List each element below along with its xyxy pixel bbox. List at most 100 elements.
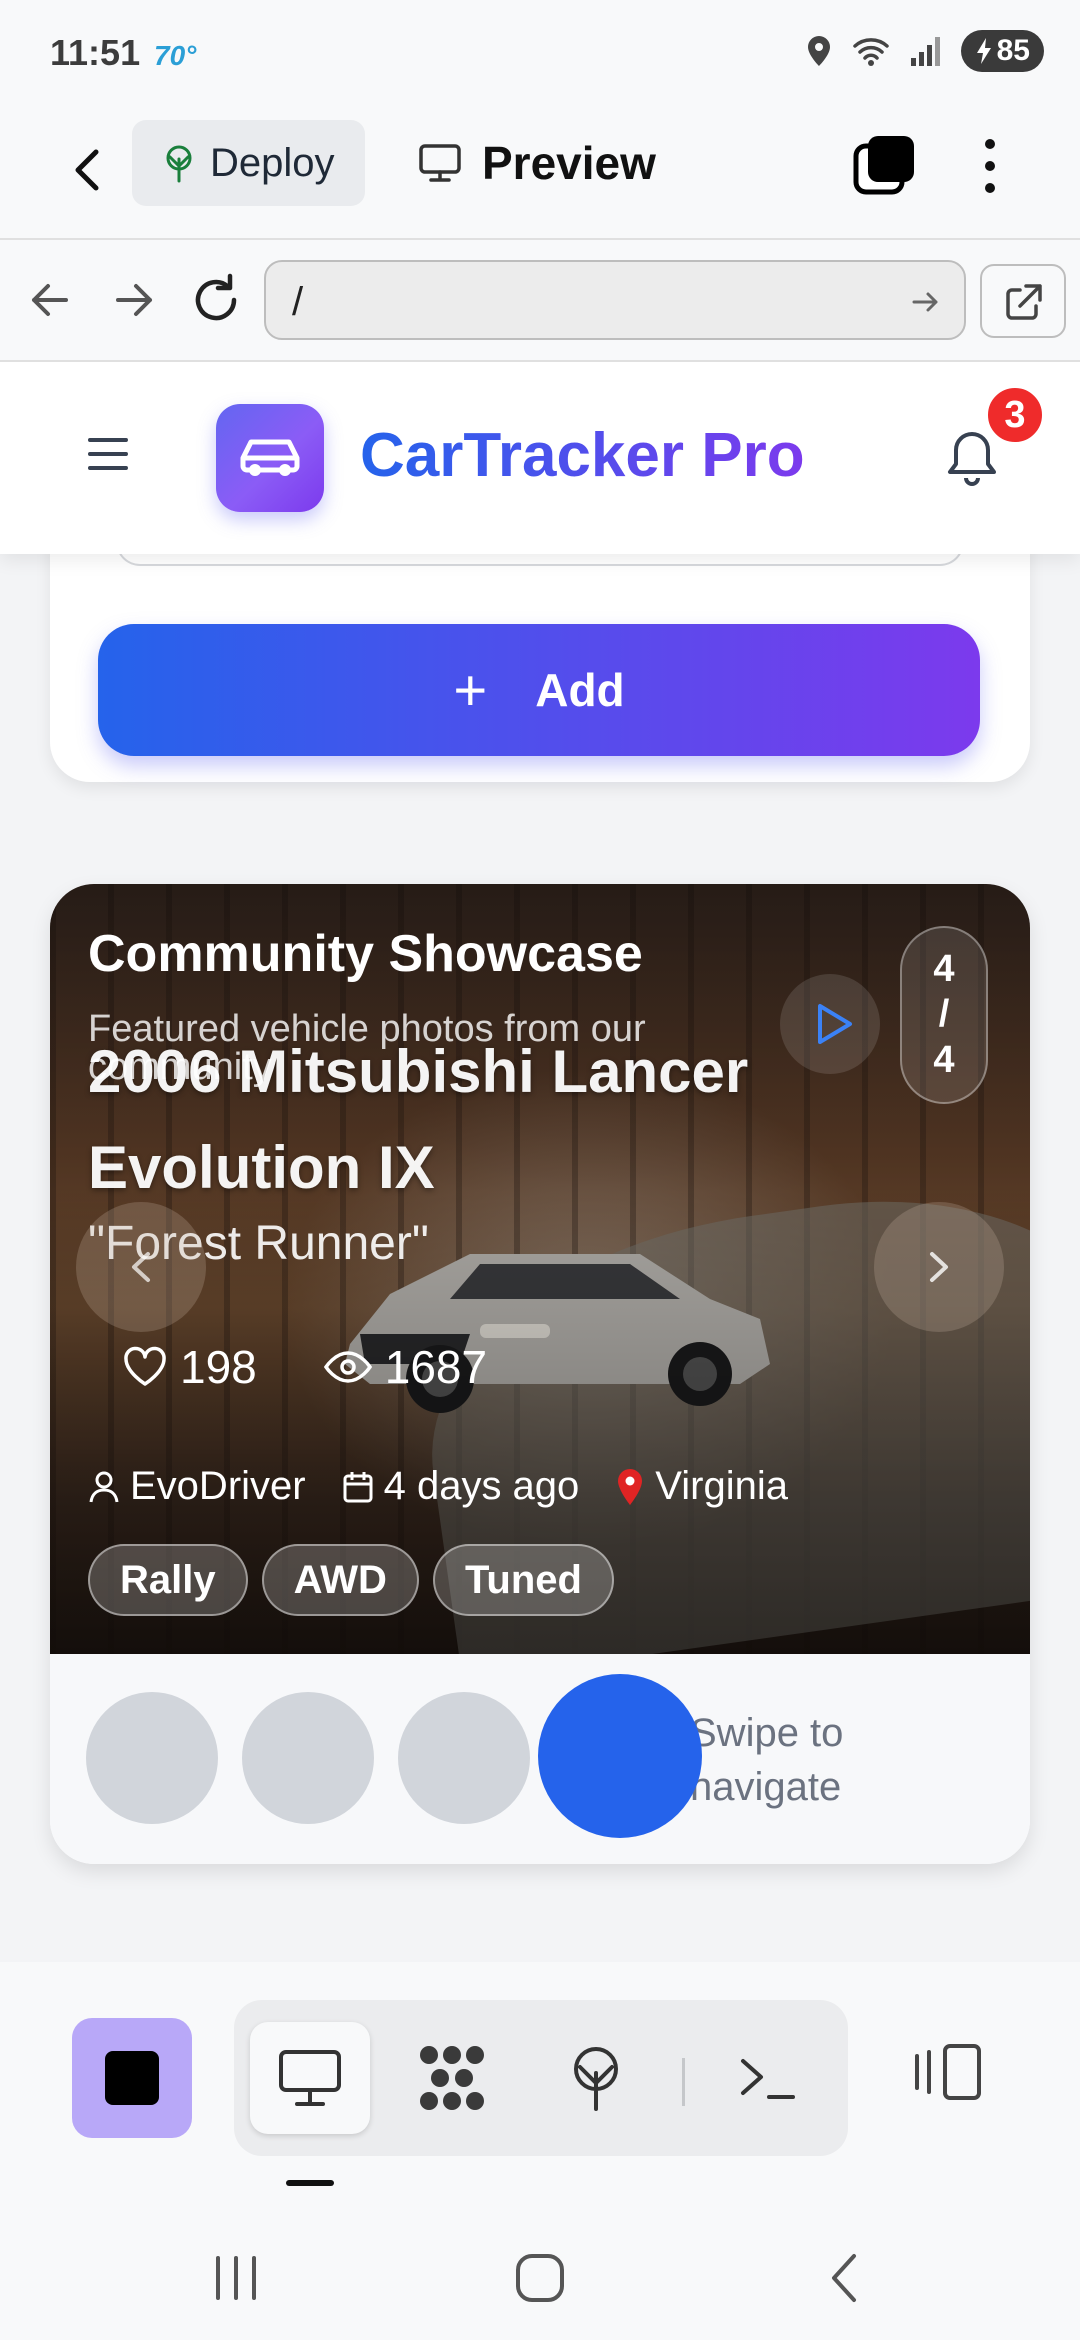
eye-icon <box>323 1351 372 1383</box>
showcase-subtitle: Featured vehicle photos from our communi… <box>88 1008 646 1088</box>
external-link-icon <box>1006 284 1042 320</box>
url-value: / <box>292 280 304 324</box>
app-viewport[interactable]: + Add 2006 Mitsubishi Lancer Evolution I… <box>0 362 1080 1962</box>
swipe-hint: Swipe to navigate <box>690 1711 844 1809</box>
add-button[interactable]: + Add <box>98 624 980 756</box>
next-image-button[interactable] <box>874 1202 1004 1332</box>
home-button[interactable] <box>500 2242 580 2314</box>
tool-separator <box>682 2058 685 2106</box>
views-stat: 1687 <box>323 1340 487 1394</box>
counter-separator: / <box>938 993 950 1036</box>
url-bar: / <box>0 240 1080 362</box>
preview-label: Preview <box>482 137 656 189</box>
likes-stat[interactable]: 198 <box>122 1340 257 1394</box>
owner-meta: EvoDriver <box>88 1464 306 1509</box>
date-meta: 4 days ago <box>342 1464 580 1509</box>
previous-image-button[interactable] <box>76 1202 206 1332</box>
wifi-icon <box>852 38 889 66</box>
monitor-icon <box>419 144 461 182</box>
open-external-button[interactable] <box>980 264 1066 338</box>
heart-icon <box>124 1346 166 1386</box>
deploy-icon <box>574 2047 618 2111</box>
system-back-button[interactable] <box>804 2242 884 2314</box>
vehicle-stats: 198 1687 <box>122 1340 487 1394</box>
location-icon <box>807 36 830 66</box>
nav-forward-icon[interactable] <box>104 270 164 330</box>
status-icons: 85 <box>805 30 1044 72</box>
deploy-button[interactable]: Deploy <box>132 120 365 206</box>
tabs-icon[interactable] <box>852 134 916 198</box>
charging-icon <box>976 38 991 64</box>
map-pin-icon <box>618 1468 643 1505</box>
thumbnail-dot[interactable] <box>398 1692 530 1824</box>
nav-back-icon[interactable] <box>20 270 80 330</box>
vehicle-meta: EvoDriver 4 days ago Virginia <box>88 1464 788 1509</box>
thumbnail-dot-active[interactable] <box>538 1674 702 1838</box>
monitor-icon <box>279 2050 341 2106</box>
deploy-icon <box>166 145 192 183</box>
showcase-photo[interactable]: 2006 Mitsubishi Lancer Evolution IX Comm… <box>50 884 1030 1654</box>
back-chevron-icon <box>832 2254 856 2302</box>
play-icon <box>818 1004 852 1044</box>
add-button-label: Add <box>535 664 625 716</box>
counter-total: 4 <box>933 1038 955 1081</box>
status-bar: 11:51 70° 85 <box>0 0 1080 104</box>
thumbnail-dot[interactable] <box>86 1692 218 1824</box>
app-logo <box>216 404 324 512</box>
tool-group <box>234 2000 848 2156</box>
reload-icon[interactable] <box>186 270 246 330</box>
recents-button[interactable] <box>196 2242 276 2314</box>
showcase-title: Community Showcase <box>88 925 643 983</box>
ide-toolbar: Deploy Preview <box>0 104 1080 240</box>
user-icon <box>89 1471 119 1502</box>
workspace-tool-button[interactable] <box>392 2022 512 2134</box>
signal-icon <box>910 37 940 66</box>
active-tool-indicator <box>286 2180 334 2186</box>
shell-tool-button[interactable] <box>708 2022 828 2134</box>
tag-chip[interactable]: Tuned <box>432 1544 614 1616</box>
stop-button[interactable] <box>72 2018 192 2138</box>
thumbnail-dot[interactable] <box>242 1692 374 1824</box>
app-title: CarTracker Pro <box>360 421 805 490</box>
preview-tab[interactable]: Preview <box>418 120 656 206</box>
battery-level: 85 <box>996 34 1030 67</box>
go-arrow-icon[interactable] <box>908 284 944 320</box>
menu-icon[interactable] <box>86 434 130 474</box>
location-meta: Virginia <box>615 1464 788 1509</box>
calendar-icon <box>343 1471 373 1502</box>
notification-badge: 3 <box>984 384 1046 446</box>
system-navigation-bar <box>0 2216 1080 2340</box>
recents-icon <box>216 2256 256 2300</box>
counter-current: 4 <box>933 947 955 990</box>
chevron-left-icon <box>132 1252 150 1282</box>
bell-icon[interactable] <box>944 428 1000 490</box>
image-counter: 4 / 4 <box>900 926 988 1104</box>
url-input[interactable]: / <box>264 260 966 340</box>
tag-chip[interactable]: AWD <box>261 1544 419 1616</box>
owner-name: EvoDriver <box>130 1464 306 1508</box>
location-name: Virginia <box>655 1464 788 1508</box>
likes-count: 198 <box>180 1341 257 1393</box>
stop-icon <box>105 2051 159 2105</box>
back-arrow-icon[interactable] <box>60 140 120 200</box>
status-temperature: 70° <box>154 40 197 71</box>
more-vertical-icon[interactable] <box>960 134 1020 198</box>
car-icon <box>240 439 300 476</box>
deploy-tool-button[interactable] <box>536 2022 656 2134</box>
home-icon <box>516 2254 564 2302</box>
deploy-label: Deploy <box>210 140 335 185</box>
tag-chip[interactable]: Rally <box>88 1544 248 1616</box>
slideshow-play-button[interactable] <box>780 974 880 1074</box>
battery-indicator: 85 <box>960 30 1044 72</box>
ide-bottom-bar <box>0 1962 1080 2216</box>
app-header: CarTracker Pro 3 <box>0 362 1080 554</box>
community-showcase-card: 2006 Mitsubishi Lancer Evolution IX Comm… <box>50 884 1030 1864</box>
thumbnail-strip: Swipe to navigate <box>50 1654 1030 1864</box>
status-time: 11:51 <box>50 32 141 73</box>
posted-date: 4 days ago <box>383 1464 580 1508</box>
chevron-right-icon <box>930 1252 948 1282</box>
layout-toggle-button[interactable] <box>900 2024 996 2120</box>
plus-icon: + <box>453 657 488 723</box>
preview-tool-button[interactable] <box>250 2022 370 2134</box>
terminal-icon <box>741 2059 795 2099</box>
